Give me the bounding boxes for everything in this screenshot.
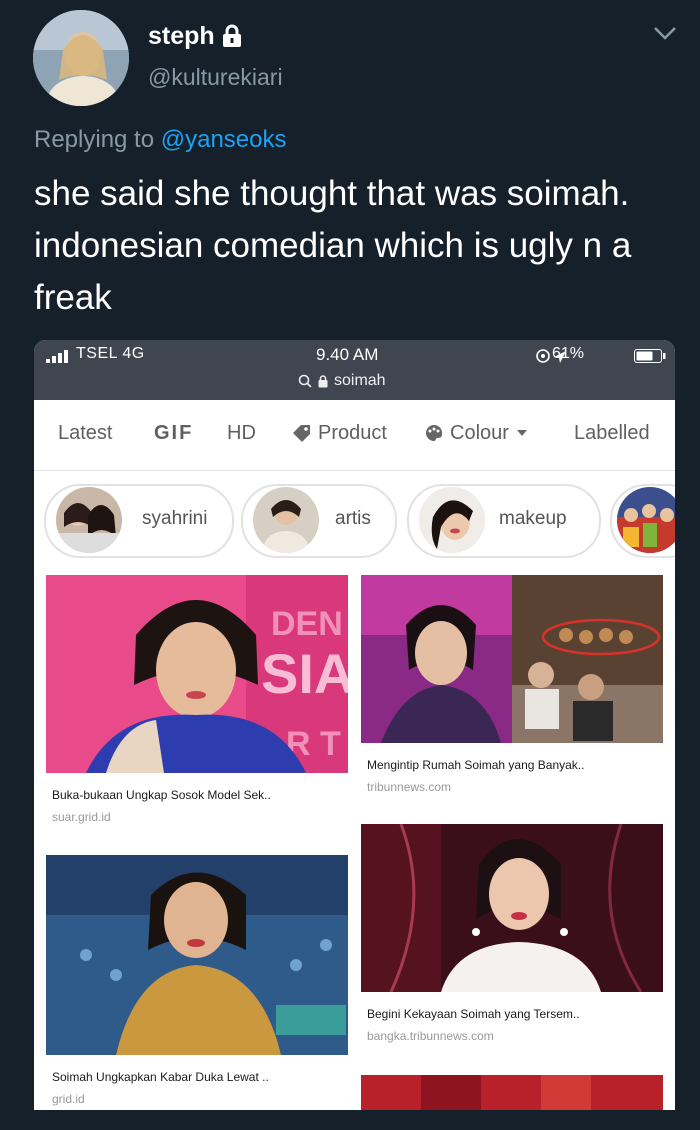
signal-icon xyxy=(46,350,68,363)
tab-latest[interactable]: Latest xyxy=(58,422,112,445)
chip-artis[interactable]: artis xyxy=(241,484,397,558)
mention-link[interactable]: @yanseoks xyxy=(161,126,287,153)
embedded-screenshot: TSEL 4G 9.40 AM 61% soimah Latest GIF HD… xyxy=(34,340,675,1110)
tag-icon xyxy=(293,425,310,442)
tab-colour-label: Colour xyxy=(450,422,509,444)
chevron-down-icon[interactable] xyxy=(652,24,678,42)
result-source: tribunnews.com xyxy=(367,780,452,794)
tab-colour[interactable]: Colour xyxy=(424,422,535,445)
lock-icon xyxy=(318,374,328,387)
search-icon xyxy=(298,374,312,388)
chip-thumbnail xyxy=(617,487,675,553)
tab-product[interactable]: Product xyxy=(292,422,387,445)
avatar[interactable] xyxy=(33,10,129,106)
chip-thumbnail xyxy=(56,487,122,553)
svg-text:SIA: SIA xyxy=(261,642,348,705)
svg-text:DEN: DEN xyxy=(271,605,343,643)
battery-percent: 61% xyxy=(552,345,585,362)
result-title[interactable]: Mengintip Rumah Soimah yang Banyak.. xyxy=(367,758,584,772)
tweet-header: steph @kulturekiari xyxy=(0,0,700,130)
address-bar[interactable]: soimah xyxy=(298,372,386,390)
chip-label: makeup xyxy=(499,508,567,529)
result-title[interactable]: Begini Kekayaan Soimah yang Tersem.. xyxy=(367,1007,580,1021)
handle[interactable]: @kulturekiari xyxy=(148,64,283,91)
result-image[interactable]: DEN SIA R T xyxy=(46,575,348,773)
tab-product-label: Product xyxy=(318,422,387,444)
palette-icon xyxy=(426,424,443,441)
replying-prefix: Replying to xyxy=(34,126,155,153)
result-image[interactable] xyxy=(361,824,663,992)
result-image[interactable] xyxy=(46,855,348,1055)
chip-label: artis xyxy=(335,508,371,529)
caret-down-icon xyxy=(516,430,527,436)
carrier: TSEL 4G xyxy=(76,345,145,362)
replying-to: Replying to @yanseoks xyxy=(34,126,287,154)
battery-icon xyxy=(634,349,666,363)
lock-icon xyxy=(223,24,241,47)
search-query: soimah xyxy=(334,372,386,389)
result-title[interactable]: Soimah Ungkapkan Kabar Duka Lewat .. xyxy=(52,1070,269,1084)
chip-syahrini[interactable]: syahrini xyxy=(44,484,234,558)
result-image[interactable] xyxy=(361,575,663,743)
chip-makeup[interactable]: makeup xyxy=(407,484,601,558)
status-bar: TSEL 4G 9.40 AM 61% soimah xyxy=(34,340,675,400)
tweet-text: she said she thought that was soimah. in… xyxy=(34,174,632,317)
result-source: grid.id xyxy=(52,1092,85,1106)
filter-tabs: Latest GIF HD Product Colour Labelled xyxy=(34,400,675,471)
tab-hd[interactable]: HD xyxy=(227,422,256,445)
chip-more[interactable] xyxy=(610,484,675,558)
display-name[interactable]: steph xyxy=(148,22,215,51)
chip-thumbnail xyxy=(253,487,319,553)
tab-gif[interactable]: GIF xyxy=(154,422,193,445)
result-title[interactable]: Buka-bukaan Ungkap Sosok Model Sek.. xyxy=(52,788,271,802)
result-image[interactable] xyxy=(361,1075,663,1110)
chip-thumbnail xyxy=(419,487,485,553)
result-source: suar.grid.id xyxy=(52,810,111,824)
status-time: 9.40 AM xyxy=(316,345,379,364)
chip-label: syahrini xyxy=(142,508,208,529)
result-source: bangka.tribunnews.com xyxy=(367,1029,494,1043)
tab-labelled[interactable]: Labelled xyxy=(574,422,650,445)
